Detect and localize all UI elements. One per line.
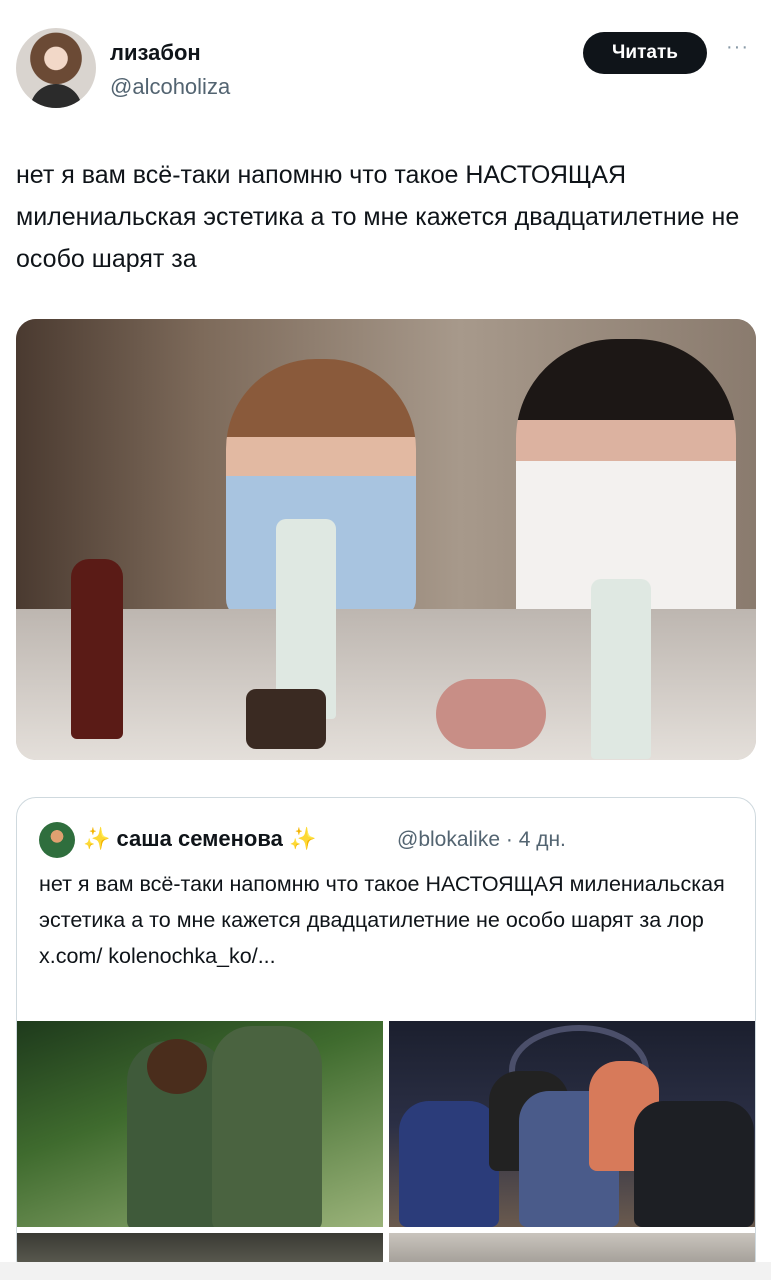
sparkles-icon: ✨: [288, 826, 317, 851]
quoted-author-name: ✨ саша семенова ✨: [83, 826, 317, 851]
sparkles-icon: ✨: [83, 826, 111, 851]
author-avatar[interactable]: [16, 28, 96, 108]
quoted-media-2[interactable]: [389, 1021, 755, 1227]
quoted-post[interactable]: ✨ саша семенова ✨ @blokalike · 4 дн. нет…: [16, 797, 756, 1280]
post-header: лизабон @alcoholiza Читать ···: [16, 28, 756, 112]
bottom-bar: [0, 1262, 771, 1280]
post-photo[interactable]: [16, 319, 756, 760]
quoted-handle-time: @blokalike · 4 дн.: [397, 828, 566, 851]
quoted-avatar: [39, 822, 75, 858]
quoted-media-1[interactable]: [17, 1021, 383, 1227]
post-text: нет я вам всё-таки напомню что такое НАС…: [16, 161, 740, 273]
author-name[interactable]: лизабон: [110, 40, 201, 66]
author-handle[interactable]: @alcoholiza: [110, 74, 230, 100]
quoted-header: ✨ саша семенова ✨ @blokalike · 4 дн.: [39, 820, 739, 860]
follow-button[interactable]: Читать: [583, 32, 707, 74]
quoted-text: нет я вам всё-таки напомню что такое НАС…: [39, 872, 725, 968]
more-options-icon[interactable]: ···: [726, 36, 749, 59]
